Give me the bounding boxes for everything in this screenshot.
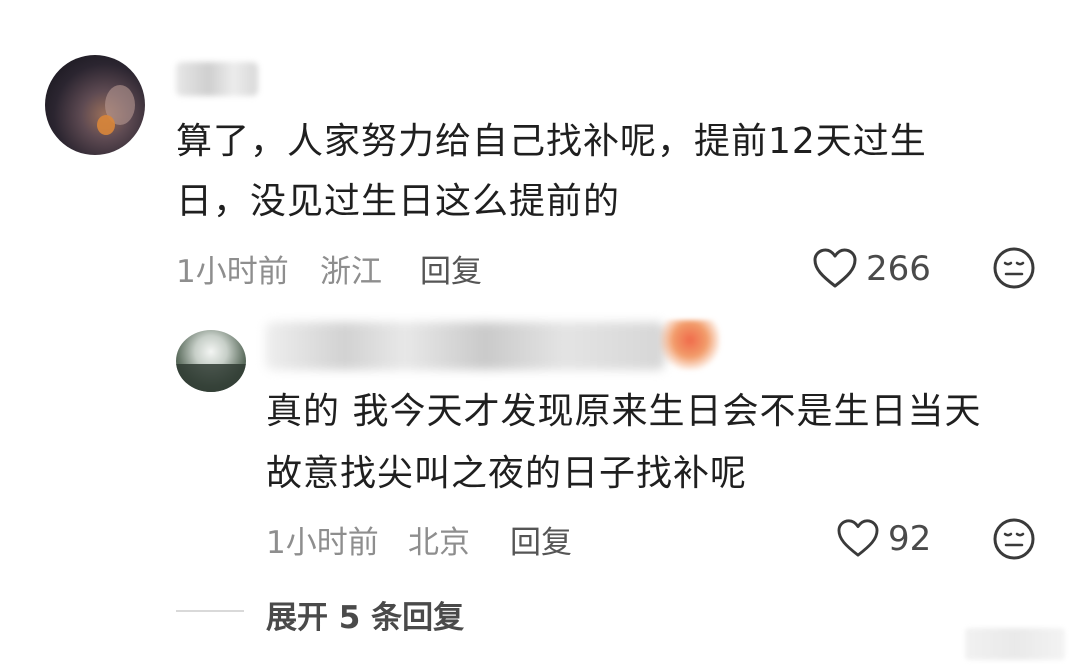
comment-text-line-2: 日，没见过生日这么提前的 [176, 181, 621, 222]
reply-location: 北京 [408, 525, 470, 561]
username-emoji-blurred [660, 320, 720, 370]
meh-face-icon[interactable] [992, 246, 1036, 290]
reply-button[interactable]: 回复 [420, 246, 482, 291]
reply-username-blurred[interactable] [265, 322, 665, 370]
comment-time: 1小时前 [176, 254, 289, 290]
expand-replies-button[interactable]: 展开 5 条回复 [266, 592, 464, 637]
commenter-username-blurred[interactable] [176, 62, 258, 96]
commenter-avatar[interactable] [45, 55, 145, 155]
reply-text-line-2: 故意找尖叫之夜的日子找补呢 [266, 453, 748, 494]
heart-outline-icon[interactable] [836, 518, 880, 558]
meh-face-icon[interactable] [992, 517, 1036, 561]
reply-like-count: 92 [888, 519, 932, 559]
reply-text-line-1: 真的 我今天才发现原来生日会不是生日当天 [266, 391, 982, 432]
expand-divider [176, 610, 244, 612]
reply-time: 1小时前 [266, 525, 379, 561]
watermark-blurred [965, 628, 1065, 660]
like-count: 266 [866, 249, 931, 289]
heart-outline-icon[interactable] [812, 247, 858, 289]
comment-text-line-1: 算了，人家努力给自己找补呢，提前12天过生 [176, 121, 927, 162]
comment-location: 浙江 [320, 254, 382, 290]
reply-avatar[interactable] [176, 330, 246, 392]
reply-reply-button[interactable]: 回复 [510, 517, 572, 562]
